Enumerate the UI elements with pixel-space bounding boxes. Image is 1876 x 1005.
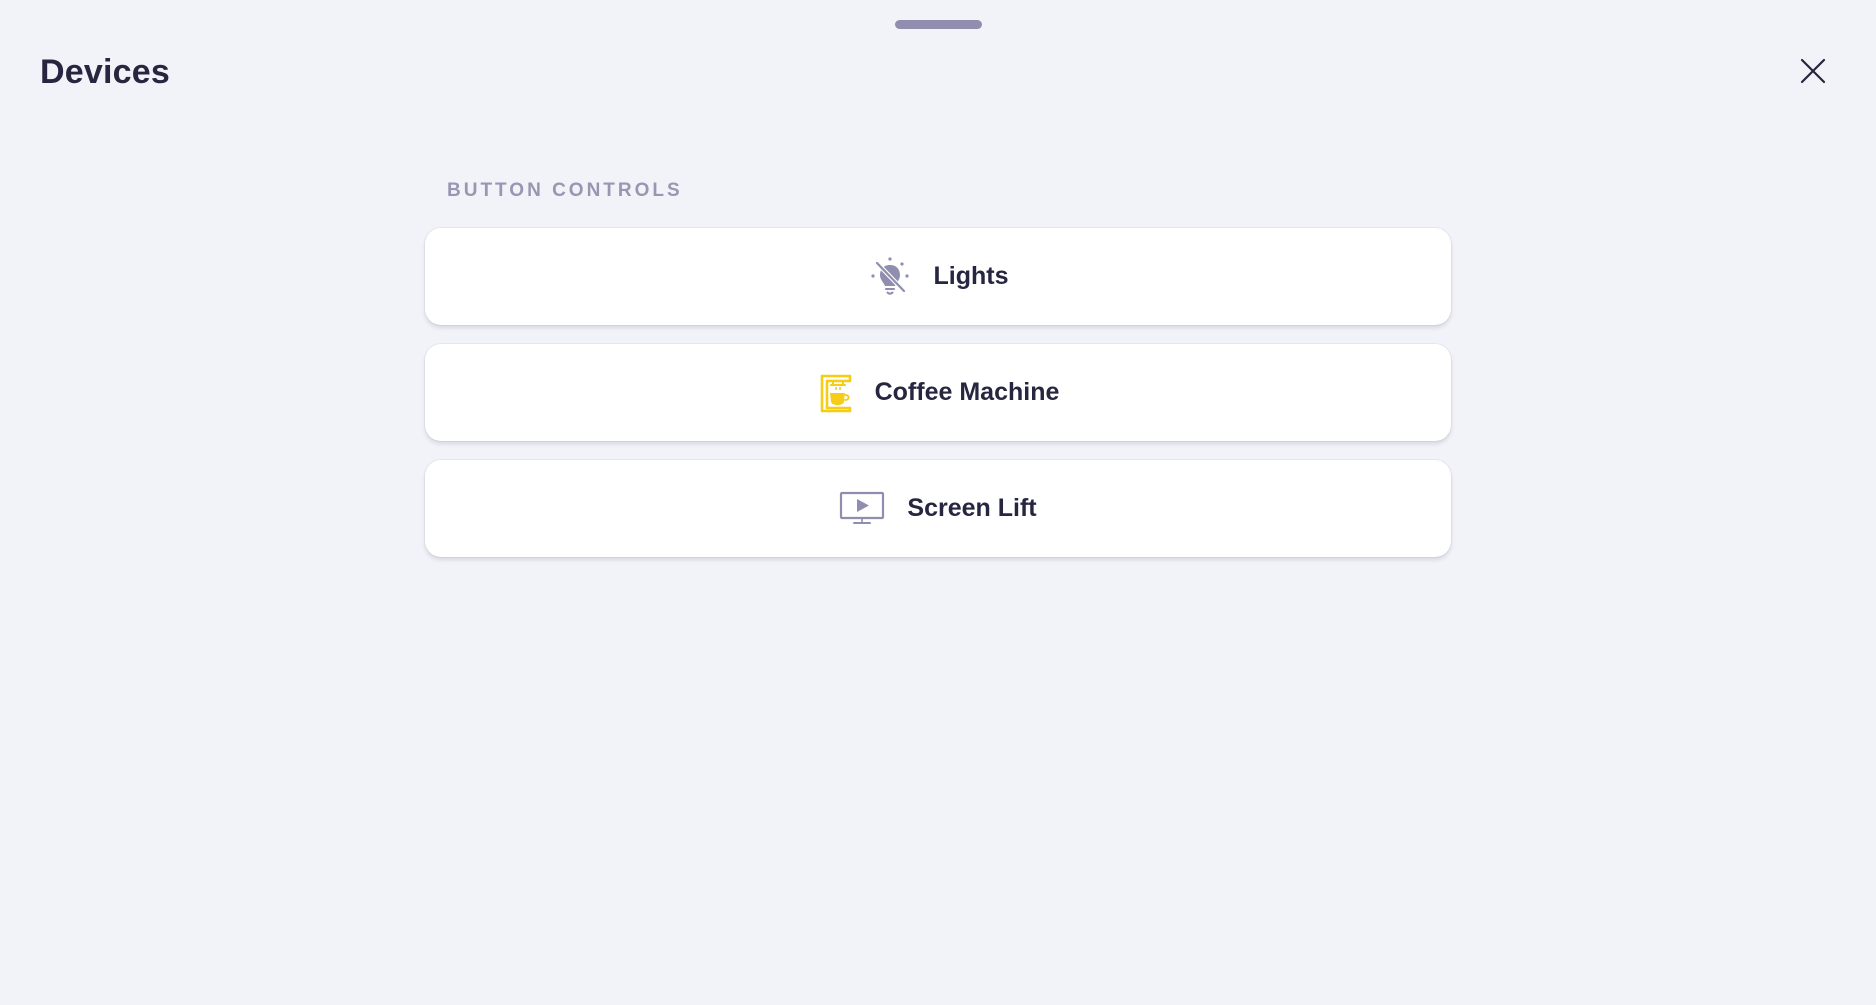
lights-label: Lights: [933, 262, 1009, 290]
control-list: Lights Coffee Machine Screen Lift: [425, 228, 1451, 557]
page-title: Devices: [40, 53, 170, 91]
light-off-icon: [868, 255, 912, 299]
screen-lift-label: Screen Lift: [907, 494, 1037, 522]
screen-lift-icon: [839, 491, 885, 527]
coffee-machine-icon: [817, 373, 853, 413]
drag-handle[interactable]: [895, 20, 982, 29]
button-controls-section: BUTTON CONTROLS Lights Coffee Machine Sc…: [425, 178, 1451, 557]
section-label: BUTTON CONTROLS: [447, 180, 683, 201]
lights-button[interactable]: Lights: [425, 228, 1451, 325]
screen-lift-button[interactable]: Screen Lift: [425, 460, 1451, 557]
close-icon: [1800, 58, 1826, 84]
coffee-machine-label: Coffee Machine: [874, 378, 1060, 406]
close-button[interactable]: [1796, 54, 1830, 88]
coffee-machine-button[interactable]: Coffee Machine: [425, 344, 1451, 441]
